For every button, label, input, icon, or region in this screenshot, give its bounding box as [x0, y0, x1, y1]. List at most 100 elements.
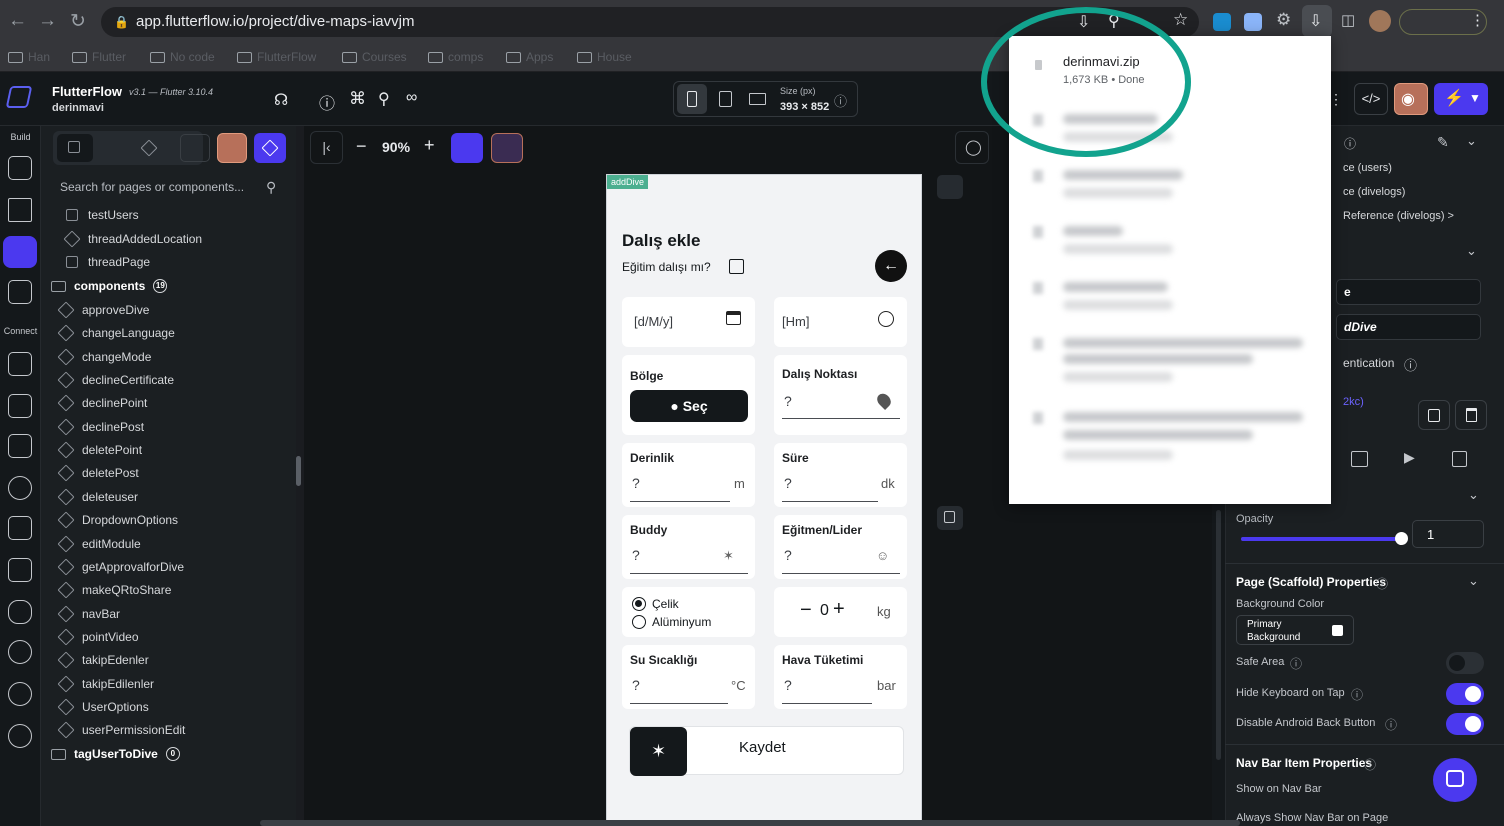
list-item[interactable]: threadPage: [66, 252, 150, 272]
tablet-icon[interactable]: [719, 91, 732, 107]
desktop-icon[interactable]: [749, 93, 766, 105]
back-button[interactable]: ←: [875, 250, 907, 282]
tab-pages[interactable]: [57, 134, 93, 162]
add-page-button[interactable]: [217, 133, 247, 163]
duration-input[interactable]: ?: [784, 475, 792, 491]
command-icon[interactable]: ⌘: [349, 89, 366, 109]
increment-button[interactable]: +: [833, 598, 845, 621]
list-item[interactable]: takipEdilenler: [57, 674, 154, 694]
api-icon[interactable]: [8, 434, 32, 458]
list-item[interactable]: declinePoint: [57, 393, 147, 413]
edit-icon[interactable]: ✎: [1437, 134, 1449, 151]
chevron-down-icon[interactable]: ▼: [1469, 91, 1481, 105]
dive-point-input[interactable]: ?: [784, 393, 792, 409]
select-region-button[interactable]: ● Seç: [630, 390, 748, 422]
bookmark-folder[interactable]: Flutter: [72, 49, 126, 65]
search-icon[interactable]: ⚲: [378, 89, 390, 109]
instructor-input[interactable]: ?: [784, 547, 792, 563]
opacity-slider-thumb[interactable]: [1395, 532, 1408, 545]
add-component-button[interactable]: [254, 133, 286, 163]
radio-steel[interactable]: [632, 597, 646, 611]
add-widget-button[interactable]: [451, 133, 483, 163]
safe-area-toggle[interactable]: [1446, 652, 1484, 674]
duplicate-button[interactable]: [937, 506, 963, 530]
bg-color-picker[interactable]: Primary Background: [1236, 615, 1354, 645]
horizontal-scrollbar[interactable]: [260, 820, 1240, 826]
reload-icon[interactable]: ↻: [70, 10, 86, 33]
zoom-out-icon[interactable]: −: [356, 136, 367, 157]
chevron-down-icon[interactable]: ⌄: [1468, 573, 1479, 589]
test-icon[interactable]: [8, 640, 32, 664]
extension-docs-icon[interactable]: [1244, 13, 1262, 31]
add-widget-icon[interactable]: [8, 156, 32, 180]
properties-scrollbar[interactable]: [1216, 510, 1221, 760]
hide-keyboard-toggle[interactable]: [1446, 683, 1484, 705]
opacity-input[interactable]: 1: [1412, 520, 1484, 548]
list-item[interactable]: deletePoint: [57, 440, 142, 460]
list-item[interactable]: changeMode: [57, 347, 151, 367]
sidepanel-icon[interactable]: ◫: [1341, 11, 1355, 29]
widget-tree-icon[interactable]: [8, 198, 32, 222]
forward-icon[interactable]: →: [38, 10, 57, 32]
chat-support-button[interactable]: [1433, 758, 1477, 802]
list-item[interactable]: takipEdenler: [57, 650, 149, 670]
list-item[interactable]: navBar: [57, 604, 120, 624]
list-item[interactable]: pointVideo: [57, 627, 139, 647]
radio-aluminium[interactable]: [632, 615, 646, 629]
puzzle-icon[interactable]: ⚙: [1276, 10, 1291, 30]
list-item[interactable]: changeLanguage: [57, 323, 175, 343]
play-icon[interactable]: ▶: [1404, 449, 1415, 466]
bookmark-folder[interactable]: Apps: [506, 49, 553, 65]
profile-avatar[interactable]: [1369, 10, 1391, 32]
ref-divelogs-full[interactable]: Reference (divelogs) >: [1343, 210, 1454, 222]
list-item[interactable]: threadAddedLocation: [63, 229, 202, 249]
page-name-field[interactable]: e: [1336, 279, 1481, 305]
app-state-icon[interactable]: [8, 394, 32, 418]
list-item[interactable]: UserOptions: [57, 697, 149, 717]
bookmark-folder[interactable]: comps: [428, 49, 483, 65]
depth-input[interactable]: ?: [632, 475, 640, 491]
list-item[interactable]: testUsers: [66, 205, 139, 225]
panel-scrollbar[interactable]: [296, 456, 301, 486]
integrations-icon[interactable]: [8, 476, 32, 500]
help-icon[interactable]: ⓘ: [319, 90, 335, 114]
document-icon[interactable]: [1452, 451, 1467, 467]
decrement-button[interactable]: −: [800, 599, 812, 622]
bookmark-folder[interactable]: No code: [150, 49, 215, 65]
cloud-icon[interactable]: [8, 600, 32, 624]
info-icon[interactable]: ⓘ: [834, 91, 847, 110]
copy-page-button[interactable]: [1418, 400, 1450, 430]
save-button[interactable]: ✶ Kaydet: [629, 726, 904, 776]
list-item[interactable]: declinePost: [57, 417, 144, 437]
training-checkbox[interactable]: [729, 259, 744, 274]
folder-tag-user[interactable]: tagUserToDive 0: [51, 744, 180, 764]
page-search-input[interactable]: Search for pages or components...: [50, 176, 290, 198]
list-item[interactable]: getApprovalforDive: [57, 557, 184, 577]
theme-icon[interactable]: [8, 682, 32, 706]
ai-gen-button[interactable]: [491, 133, 523, 163]
gear-icon[interactable]: [8, 724, 32, 748]
chevron-down-icon[interactable]: ⌄: [1466, 133, 1477, 149]
table-icon[interactable]: [1351, 451, 1368, 467]
canvas-side-button[interactable]: [937, 175, 963, 199]
branch-icon[interactable]: ☊: [274, 90, 288, 110]
menu-dots-icon[interactable]: ⋮: [1470, 11, 1485, 29]
database-icon[interactable]: [8, 352, 32, 376]
buddy-input[interactable]: ?: [632, 547, 640, 563]
list-item[interactable]: approveDive: [57, 300, 149, 320]
chevron-down-icon[interactable]: ⌄: [1466, 243, 1477, 259]
pages-icon[interactable]: [3, 236, 37, 268]
add-folder-button[interactable]: [180, 134, 210, 162]
water-temp-input[interactable]: ?: [632, 677, 640, 693]
zoom-in-icon[interactable]: +: [424, 135, 435, 156]
project-name[interactable]: derinmavi: [52, 102, 104, 114]
code-view-button[interactable]: </>: [1354, 83, 1388, 115]
list-item[interactable]: editModule: [57, 534, 141, 554]
route-field[interactable]: dDive: [1336, 314, 1481, 340]
media-icon[interactable]: [8, 516, 32, 540]
bookmark-folder[interactable]: House: [577, 49, 632, 65]
time-picker[interactable]: [Hm]: [774, 297, 907, 347]
chevron-down-icon[interactable]: ⌄: [1468, 487, 1479, 503]
custom-code-icon[interactable]: [8, 558, 32, 582]
bookmark-folder[interactable]: Courses: [342, 49, 407, 65]
